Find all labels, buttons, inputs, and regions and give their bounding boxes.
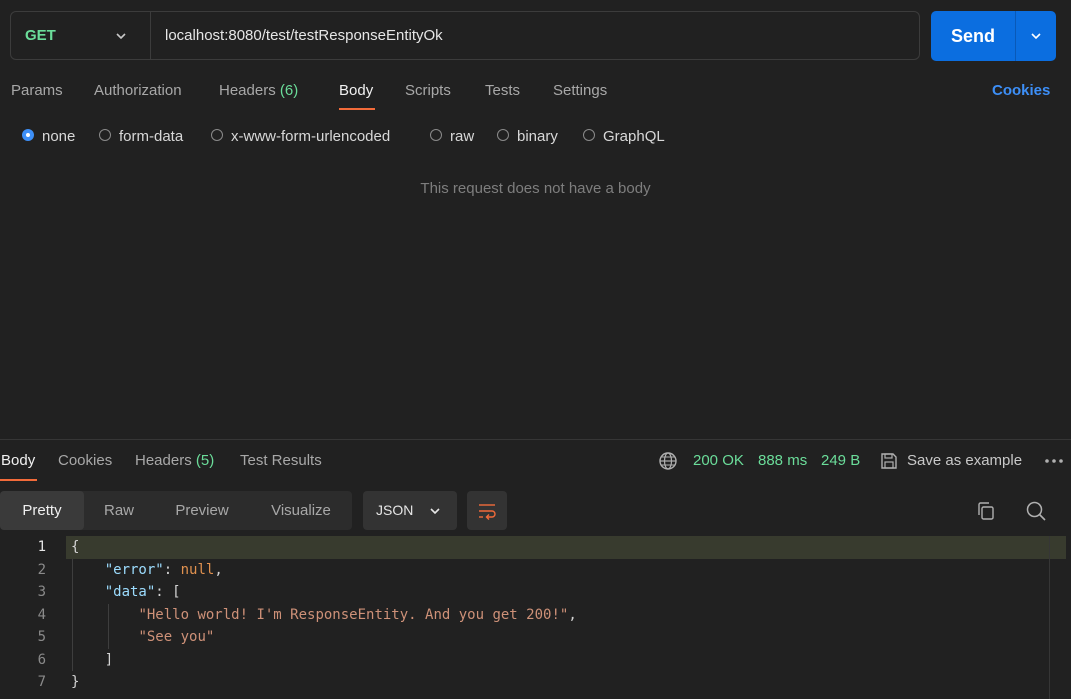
copy-icon[interactable] (975, 500, 997, 522)
current-line-highlight (66, 536, 1066, 559)
radio-form-data[interactable] (99, 129, 111, 141)
wrap-icon (479, 504, 496, 520)
pane-divider[interactable] (0, 439, 1071, 440)
editor-ruler (1049, 536, 1050, 699)
line-number: 5 (37, 629, 46, 645)
url-divider (150, 12, 151, 59)
response-size[interactable]: 249 B (821, 450, 860, 472)
radio-graphql[interactable] (583, 129, 595, 141)
view-visualize[interactable]: Visualize (258, 491, 344, 530)
format-label[interactable]: JSON (376, 491, 413, 530)
save-as-example-button[interactable]: Save as example (907, 450, 1022, 472)
response-time[interactable]: 888 ms (758, 450, 807, 472)
code-line: "error": null, (104, 562, 223, 578)
view-pretty[interactable]: Pretty (0, 491, 84, 530)
empty-body-message: This request does not have a body (420, 180, 651, 197)
chevron-down-icon[interactable] (114, 29, 128, 43)
chevron-down-icon[interactable] (1029, 29, 1043, 43)
radio-label-form-data[interactable]: form-data (119, 126, 183, 148)
headers-count: (6) (279, 82, 299, 99)
url-bar: GET localhost:8080/test/testResponseEnti… (10, 11, 920, 60)
active-tab-indicator (339, 108, 375, 110)
resp-headers-count: (5) (195, 452, 215, 469)
line-number: 7 (37, 674, 46, 690)
send-divider (1015, 11, 1016, 61)
radio-label-raw[interactable]: raw (450, 126, 474, 148)
radio-none[interactable] (22, 129, 34, 141)
active-resp-tab-indicator (0, 479, 37, 481)
tab-headers[interactable]: Headers (6) (219, 80, 298, 102)
method-select[interactable]: GET (25, 12, 56, 59)
status-code[interactable]: 200 OK (693, 450, 744, 472)
resp-tab-headers[interactable]: Headers (5) (135, 450, 214, 472)
radio-label-binary[interactable]: binary (517, 126, 558, 148)
more-options-icon[interactable] (1044, 455, 1064, 467)
radio-binary[interactable] (497, 129, 509, 141)
code-line: "data": [ (104, 584, 181, 600)
tab-scripts[interactable]: Scripts (405, 80, 451, 102)
resp-tab-body[interactable]: Body (1, 450, 35, 472)
radio-urlencoded[interactable] (211, 129, 223, 141)
url-input[interactable]: localhost:8080/test/testResponseEntityOk (165, 12, 443, 59)
view-preview[interactable]: Preview (160, 491, 244, 530)
resp-tab-test-results[interactable]: Test Results (240, 450, 322, 472)
radio-label-graphql[interactable]: GraphQL (603, 126, 665, 148)
save-icon[interactable] (879, 451, 899, 471)
send-label[interactable]: Send (931, 11, 1015, 61)
chevron-down-icon[interactable] (428, 504, 442, 518)
send-button[interactable]: Send (931, 11, 1056, 61)
tab-authorization[interactable]: Authorization (94, 80, 182, 102)
line-number: 4 (37, 607, 46, 623)
line-number: 1 (37, 539, 46, 555)
code-line: "See you" (138, 629, 215, 645)
tab-params[interactable]: Params (11, 80, 63, 102)
globe-icon[interactable] (658, 451, 678, 471)
radio-label-urlencoded[interactable]: x-www-form-urlencoded (231, 126, 390, 148)
line-number: 6 (37, 652, 46, 668)
code-line: { (71, 539, 80, 555)
line-number: 2 (37, 562, 46, 578)
line-number: 3 (37, 584, 46, 600)
tab-body[interactable]: Body (339, 80, 373, 102)
tab-settings[interactable]: Settings (553, 80, 607, 102)
cookies-link[interactable]: Cookies (992, 80, 1050, 102)
code-line: ] (104, 652, 114, 668)
code-line: } (71, 674, 80, 690)
view-raw[interactable]: Raw (88, 491, 150, 530)
search-icon[interactable] (1025, 500, 1047, 522)
radio-label-none[interactable]: none (42, 126, 75, 148)
wrap-lines-button[interactable] (467, 491, 507, 530)
resp-tab-cookies[interactable]: Cookies (58, 450, 112, 472)
code-line: "Hello world! I'm ResponseEntity. And yo… (138, 607, 577, 623)
radio-raw[interactable] (430, 129, 442, 141)
tab-tests[interactable]: Tests (485, 80, 520, 102)
